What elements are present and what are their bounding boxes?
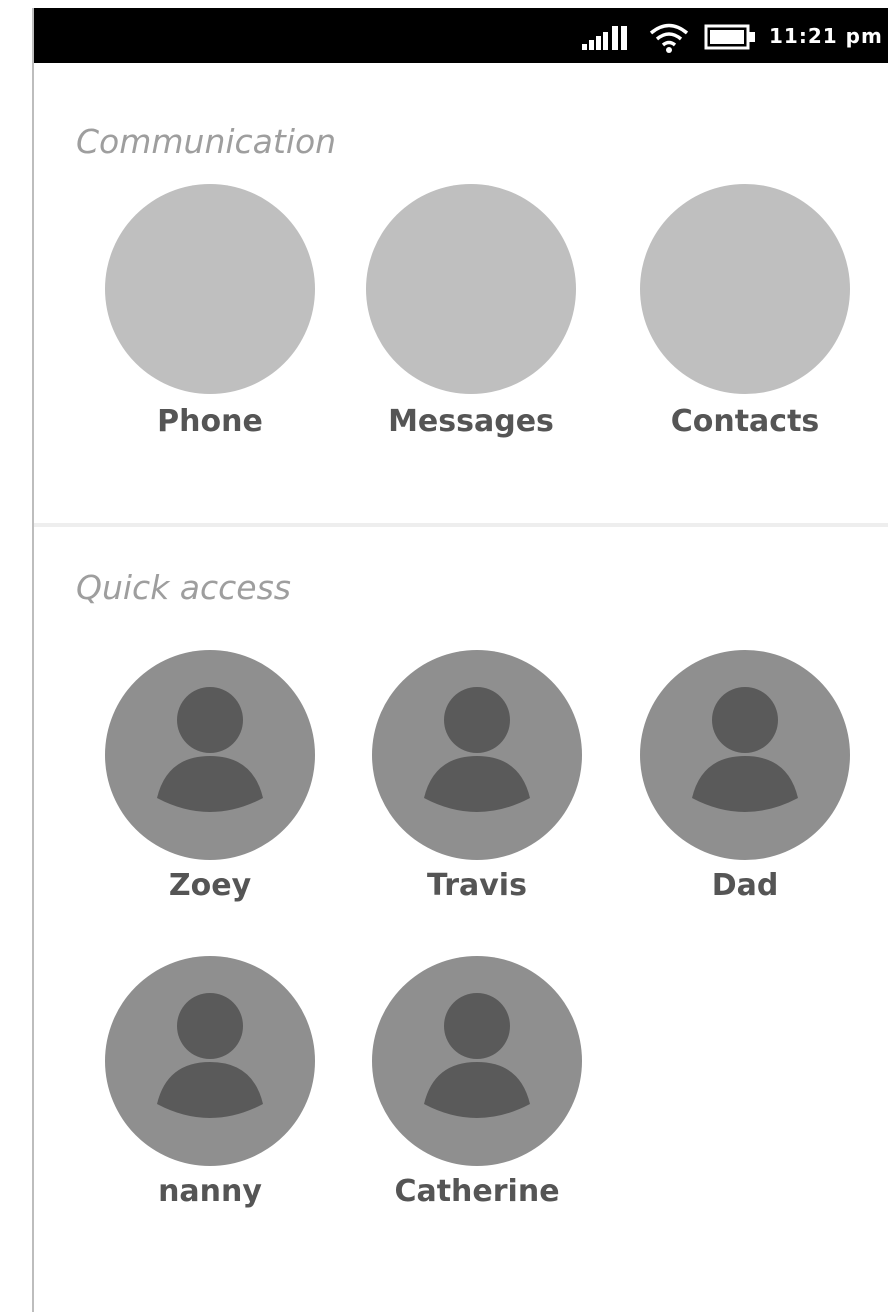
app-label: Contacts <box>670 404 820 439</box>
avatar <box>105 650 315 860</box>
app-label: Messages <box>388 404 554 439</box>
contact-nanny[interactable]: nanny <box>105 956 315 1216</box>
contact-label: Zoey <box>168 868 252 903</box>
battery-icon <box>704 24 755 50</box>
avatar <box>372 650 582 860</box>
app-messages[interactable]: Messages <box>366 184 576 444</box>
app-contacts[interactable]: Contacts <box>640 184 850 444</box>
contact-catherine[interactable]: Catherine <box>372 956 582 1216</box>
person-icon <box>157 687 263 812</box>
person-icon <box>424 993 530 1118</box>
person-icon <box>157 993 263 1118</box>
signal-icon <box>582 26 627 50</box>
section-divider <box>34 523 888 527</box>
status-bar: 11:21 pm <box>34 8 888 63</box>
app-icon-placeholder <box>105 184 315 394</box>
app-label: Phone <box>157 404 263 439</box>
avatar <box>640 650 850 860</box>
avatar <box>372 956 582 1166</box>
app-icon-placeholder <box>366 184 576 394</box>
contact-label: Dad <box>711 868 779 903</box>
app-icon-placeholder <box>640 184 850 394</box>
avatar <box>105 956 315 1166</box>
section-title-communication: Communication <box>76 122 337 161</box>
contact-label: Travis <box>427 868 527 903</box>
wifi-icon <box>649 23 689 53</box>
app-phone[interactable]: Phone <box>105 184 315 444</box>
contact-label: Catherine <box>394 1174 560 1209</box>
section-title-quick-access: Quick access <box>76 568 291 607</box>
person-icon <box>692 687 798 812</box>
contact-travis[interactable]: Travis <box>372 650 582 910</box>
person-icon <box>424 687 530 812</box>
contact-zoey[interactable]: Zoey <box>105 650 315 910</box>
screen-edge <box>32 8 34 1312</box>
status-time: 11:21 pm <box>769 24 883 48</box>
contact-dad[interactable]: Dad <box>640 650 850 910</box>
contact-label: nanny <box>158 1174 262 1209</box>
